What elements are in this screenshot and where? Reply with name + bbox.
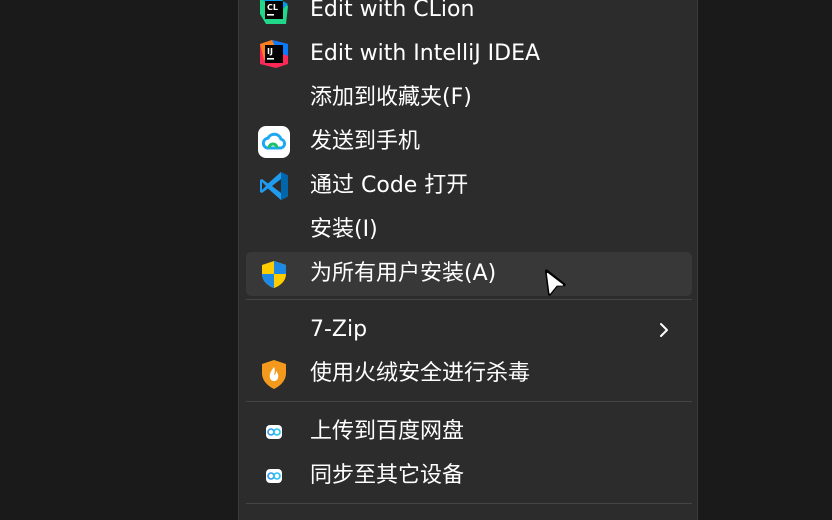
menu-item-huorong-scan[interactable]: 使用火绒安全进行杀毒: [246, 352, 692, 396]
menu-separator: [246, 401, 692, 402]
menu-item-label: 上传到百度网盘: [310, 419, 465, 444]
menu-item-add-to-favorites[interactable]: 添加到收藏夹(F): [246, 76, 692, 120]
menu-item-edit-with-clion[interactable]: CL Edit with CLion: [246, 0, 692, 32]
intellij-idea-icon: IJ: [258, 38, 290, 70]
menu-item-install[interactable]: 安装(I): [246, 208, 692, 252]
chevron-right-icon: [654, 320, 674, 340]
menu-item-edit-with-intellij[interactable]: IJ Edit with IntelliJ IDEA: [246, 32, 692, 76]
menu-item-open-with-code[interactable]: 通过 Code 打开: [246, 164, 692, 208]
svg-text:IJ: IJ: [267, 47, 273, 56]
menu-item-upload-baidu-netdisk[interactable]: 上传到百度网盘: [246, 410, 692, 454]
menu-item-label: 安装(I): [310, 217, 378, 242]
menu-item-label: 为所有用户安装(A): [310, 261, 497, 286]
menu-item-sync-to-devices[interactable]: 同步至其它设备: [246, 454, 692, 498]
menu-item-label: 发送到手机: [310, 129, 421, 154]
menu-item-label: 7-Zip: [310, 317, 368, 342]
menu-item-label: Edit with IntelliJ IDEA: [310, 41, 541, 66]
menu-item-label: 通过 Code 打开: [310, 173, 469, 198]
menu-item-label: Edit with CLion: [310, 0, 475, 22]
menu-item-send-to-phone[interactable]: 发送到手机: [246, 120, 692, 164]
menu-item-label: 同步至其它设备: [310, 463, 465, 488]
menu-item-7zip[interactable]: 7-Zip: [246, 308, 692, 352]
menu-item-label: 添加到收藏夹(F): [310, 85, 472, 110]
menu-item-label: 使用火绒安全进行杀毒: [310, 361, 531, 386]
clion-icon: CL: [258, 0, 290, 26]
svg-text:CL: CL: [267, 3, 278, 12]
baidu-netdisk-icon: [258, 460, 290, 492]
cloud-phone-icon: [258, 126, 290, 158]
mouse-cursor-icon: [541, 268, 571, 304]
context-menu: CL Edit with CLion IJ Edit with IntelliJ…: [238, 0, 698, 520]
huorong-shield-icon: [258, 358, 290, 390]
menu-item-install-for-all-users[interactable]: 为所有用户安装(A): [246, 252, 692, 296]
vscode-icon: [258, 170, 290, 202]
baidu-netdisk-icon: [258, 416, 290, 448]
uac-shield-icon: [258, 258, 290, 290]
menu-separator: [246, 503, 692, 504]
menu-separator: [246, 299, 692, 300]
